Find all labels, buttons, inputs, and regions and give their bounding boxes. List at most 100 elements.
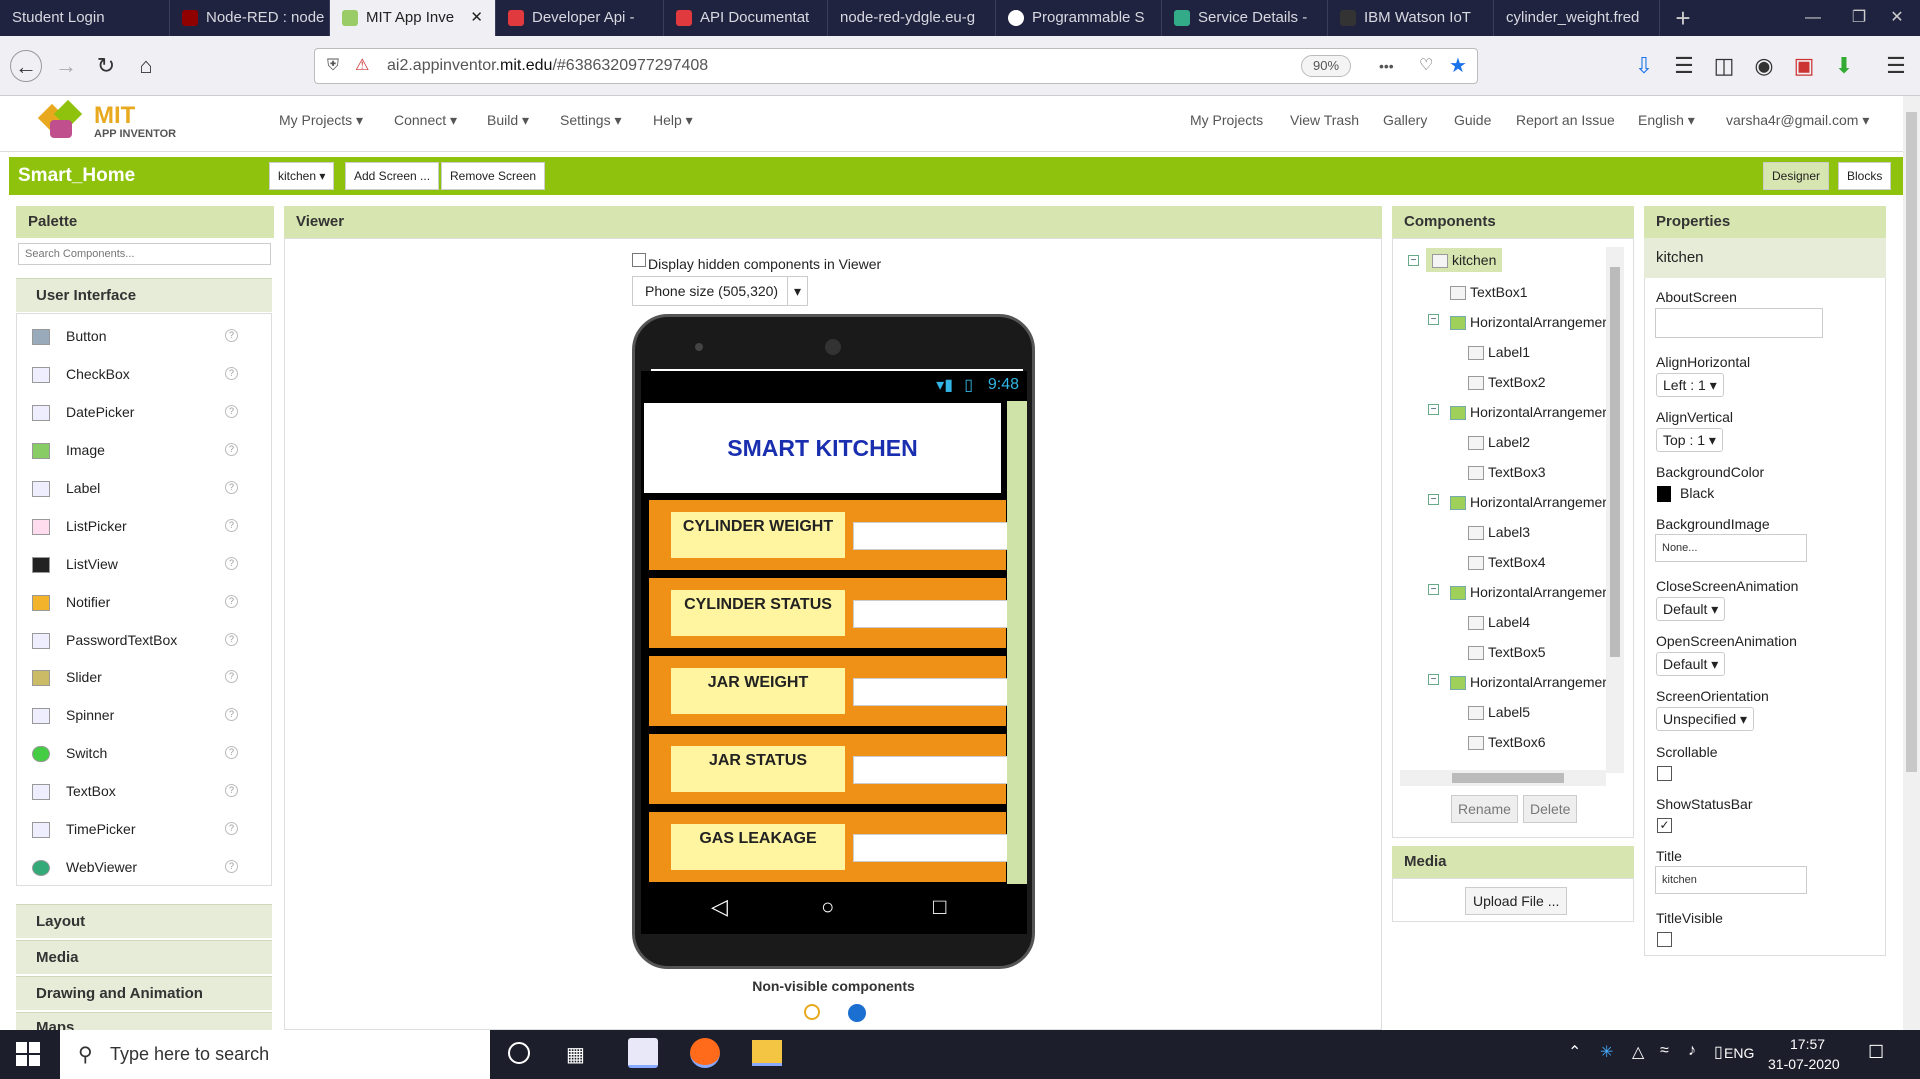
help-icon[interactable]: ? [225,557,238,570]
url-bar[interactable]: ⛨ ⚠ ai2.appinventor.mit.edu/#63863209772… [314,48,1478,84]
collapse-icon[interactable]: − [1428,314,1439,325]
page-scrollbar[interactable] [1903,96,1920,1030]
tree-horizontal-scrollbar[interactable] [1400,770,1606,786]
palette-item-passwordtextbox[interactable]: PasswordTextBox? [16,625,254,655]
help-icon[interactable]: ? [225,329,238,342]
menu-help[interactable]: Help ▾ [653,112,693,129]
notification-center-icon[interactable]: ☐ [1868,1042,1884,1063]
palette-item-listview[interactable]: ListView? [16,549,254,579]
open-animation-select[interactable]: Default ▾ [1656,652,1726,676]
taskbar-time[interactable]: 17:57 [1790,1036,1825,1052]
clock-icon[interactable] [804,1004,820,1020]
new-tab-button[interactable]: + [1660,0,1706,36]
language-indicator[interactable]: ENG [1724,1045,1754,1061]
help-icon[interactable]: ? [225,670,238,683]
windows-start-icon[interactable] [16,1042,40,1066]
designer-button[interactable]: Designer [1763,162,1830,190]
more-actions-icon[interactable]: ••• [1379,49,1394,83]
tree-node[interactable]: HorizontalArrangemer [1450,582,1607,602]
link-guide[interactable]: Guide [1454,112,1491,128]
close-tab-icon[interactable]: ✕ [470,0,483,36]
extension-download-icon[interactable]: ⬇ [1828,50,1860,82]
palette-item-notifier[interactable]: Notifier? [16,587,254,617]
title-visible-checkbox[interactable] [1657,932,1672,947]
collapse-icon[interactable]: − [1428,494,1439,505]
screen-scrollbar[interactable] [1007,401,1027,884]
palette-item-textbox[interactable]: TextBox? [16,776,254,806]
scrollbar-thumb[interactable] [1610,267,1620,657]
palette-drawer-drawing[interactable]: Drawing and Animation [16,976,272,1010]
palette-item-webviewer[interactable]: WebViewer? [16,852,254,882]
tree-node[interactable]: Label1 [1468,342,1530,362]
zoom-level[interactable]: 90% [1301,55,1351,77]
help-icon[interactable]: ? [225,405,238,418]
help-icon[interactable]: ? [225,443,238,456]
pocket-icon[interactable]: ♡ [1419,49,1433,83]
palette-item-image[interactable]: Image? [16,435,254,465]
firefox-icon[interactable] [690,1038,720,1068]
screen-orientation-select[interactable]: Unspecified ▾ [1656,707,1755,731]
chevron-up-icon[interactable]: ⌃ [1568,1042,1581,1062]
help-icon[interactable]: ? [225,519,238,532]
tree-node[interactable]: HorizontalArrangemer [1450,312,1607,332]
tree-node[interactable]: HorizontalArrangemer [1450,402,1607,422]
reload-icon[interactable]: ↻ [90,50,122,82]
account-icon[interactable]: ◉ [1748,50,1780,82]
link-gallery[interactable]: Gallery [1383,112,1427,128]
tree-node[interactable]: TextBox3 [1468,462,1546,482]
title-textbox[interactable]: SMART KITCHEN [644,403,1001,493]
palette-drawer-maps[interactable]: Maps [16,1012,272,1030]
palette-section-user-interface[interactable]: User Interface [16,278,272,312]
tab-programmable[interactable]: Programmable S [996,0,1162,36]
menu-build[interactable]: Build ▾ [487,112,529,129]
file-explorer-icon[interactable] [752,1040,782,1066]
taskbar-date[interactable]: 31-07-2020 [1768,1056,1840,1072]
palette-item-label[interactable]: Label? [16,473,254,503]
blocks-button[interactable]: Blocks [1838,162,1892,190]
delete-button[interactable]: Delete [1523,795,1578,823]
forward-icon[interactable]: → [50,50,82,82]
home-icon[interactable]: ⌂ [130,50,162,82]
task-view-icon[interactable]: ▦ [566,1042,585,1067]
remove-screen-button[interactable]: Remove Screen [441,162,546,190]
background-image-picker[interactable]: None... [1655,534,1807,562]
tab-cylinder-weight[interactable]: cylinder_weight.fred [1494,0,1660,36]
bluetooth-icon[interactable]: ✳ [1600,1042,1613,1062]
palette-search-input[interactable] [18,243,271,265]
help-icon[interactable]: ? [225,633,238,646]
collapse-icon[interactable]: − [1428,674,1439,685]
minimize-button[interactable]: — [1790,0,1836,36]
download-icon[interactable]: ⇩ [1628,50,1660,82]
tree-vertical-scrollbar[interactable] [1606,247,1624,773]
phone-size-select[interactable]: Phone size (505,320) ▾ [632,276,808,306]
menu-connect[interactable]: Connect ▾ [394,112,457,129]
about-screen-textarea[interactable] [1655,308,1823,338]
palette-item-timepicker[interactable]: TimePicker? [16,814,254,844]
cylinder-weight-textbox[interactable] [853,522,1009,550]
help-icon[interactable]: ? [225,822,238,835]
help-icon[interactable]: ? [225,595,238,608]
link-view-trash[interactable]: View Trash [1290,112,1359,128]
tab-api-documentation[interactable]: API Documentat [664,0,828,36]
tab-service-details[interactable]: Service Details - [1162,0,1328,36]
tree-node[interactable]: TextBox2 [1468,372,1546,392]
jar-weight-textbox[interactable] [853,678,1009,706]
tree-node[interactable]: HorizontalArrangemer [1450,672,1607,692]
sidebar-icon[interactable]: ◫ [1708,50,1740,82]
battery-icon[interactable]: ▯ [1714,1042,1723,1062]
file-viewer-app-icon[interactable] [628,1038,658,1068]
tree-node-screen[interactable]: kitchen [1426,248,1503,272]
background-color-value[interactable]: Black [1680,485,1714,501]
link-my-projects[interactable]: My Projects [1190,112,1263,128]
help-icon[interactable]: ? [225,746,238,759]
show-status-bar-checkbox[interactable]: ✓ [1657,818,1672,833]
tree-node[interactable]: Label3 [1468,522,1530,542]
tree-node[interactable]: Label4 [1468,612,1530,632]
app-inventor-logo-icon[interactable] [37,99,86,142]
scrollbar-thumb[interactable] [1452,773,1564,783]
align-vertical-select[interactable]: Top : 1 ▾ [1656,428,1723,452]
palette-item-spinner[interactable]: Spinner? [16,700,254,730]
help-icon[interactable]: ? [225,860,238,873]
close-animation-select[interactable]: Default ▾ [1656,597,1726,621]
help-icon[interactable]: ? [225,367,238,380]
